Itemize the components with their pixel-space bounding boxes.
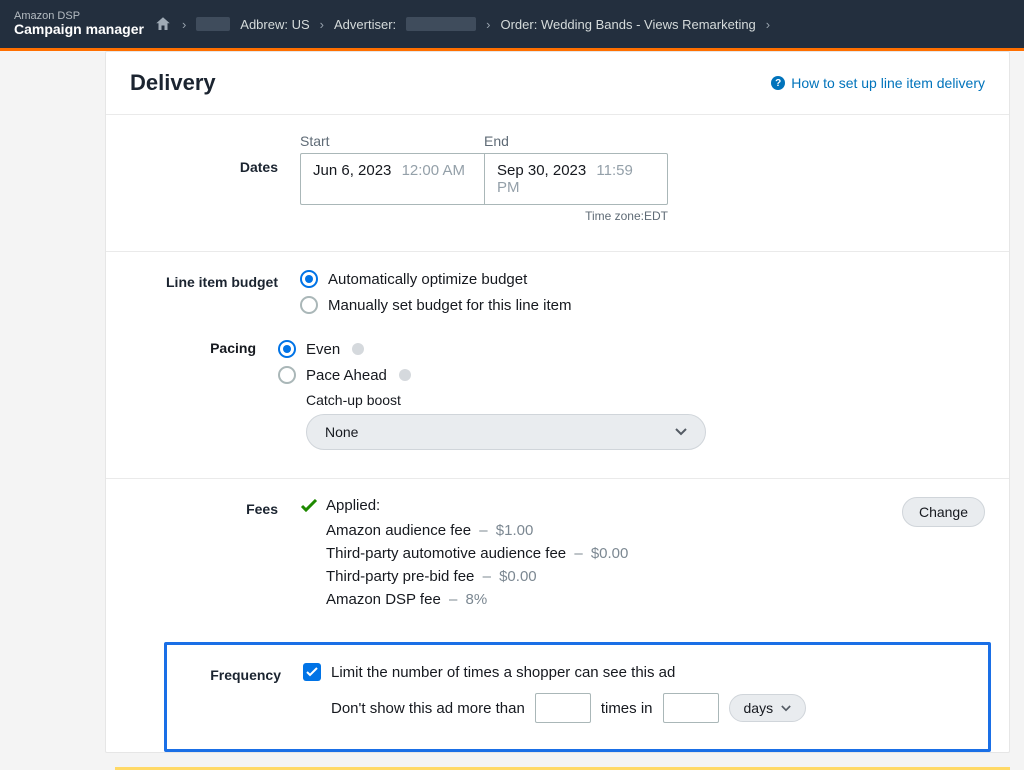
fee-name: Amazon DSP fee (326, 591, 441, 608)
start-date-input[interactable]: Jun 6, 2023 12:00 AM (300, 153, 484, 205)
chevron-right-icon: › (182, 17, 186, 32)
check-icon (306, 667, 318, 677)
frequency-label: Frequency (191, 663, 303, 723)
chevron-down-icon (781, 705, 791, 712)
fee-amount: $0.00 (591, 545, 629, 562)
frequency-unit-select[interactable]: days (729, 694, 807, 722)
app-title: Amazon DSP Campaign manager (14, 10, 144, 37)
dates-label: Dates (130, 133, 300, 223)
breadcrumb-redacted (196, 17, 230, 31)
top-nav: Amazon DSP Campaign manager › Adbrew: US… (0, 0, 1024, 48)
info-icon[interactable] (399, 369, 411, 381)
fee-name: Amazon audience fee (326, 522, 471, 539)
fees-label: Fees (130, 497, 300, 614)
frequency-checkbox[interactable] (303, 663, 321, 681)
fee-amount: $0.00 (499, 568, 537, 585)
breadcrumb-order[interactable]: Order: Wedding Bands - Views Remarketing (500, 17, 755, 32)
check-icon (300, 499, 318, 513)
frequency-unit-value: days (744, 700, 774, 716)
breadcrumb-advertiser-label: Advertiser: (334, 17, 396, 32)
catchup-select[interactable]: None (306, 414, 706, 450)
pacing-label: Pacing (108, 340, 278, 450)
fee-amount: $1.00 (496, 522, 534, 539)
fee-amount: 8% (465, 591, 487, 608)
fee-name: Third-party pre-bid fee (326, 568, 474, 585)
fee-row: Amazon audience fee – $1.00 (326, 522, 628, 539)
start-label: Start (300, 133, 484, 149)
fee-name: Third-party automotive audience fee (326, 545, 566, 562)
help-link-text: How to set up line item delivery (791, 75, 985, 91)
pacing-ahead-radio[interactable]: Pace Ahead (278, 366, 985, 384)
radio-icon (278, 366, 296, 384)
fees-applied-label: Applied: (326, 497, 380, 514)
budget-auto-radio[interactable]: Automatically optimize budget (300, 270, 985, 288)
radio-icon (300, 296, 318, 314)
fee-row: Third-party automotive audience fee – $0… (326, 545, 628, 562)
end-label: End (484, 133, 668, 149)
frequency-checkbox-label: Limit the number of times a shopper can … (331, 664, 675, 681)
pacing-even-label: Even (306, 341, 340, 358)
fees-section: Fees Applied: Amazon audience fee – $1.0… (106, 479, 1009, 642)
chevron-right-icon: › (320, 17, 324, 32)
frequency-section: Frequency Limit the number of times a sh… (164, 642, 991, 752)
budget-pacing-section: Line item budget Automatically optimize … (106, 252, 1009, 479)
radio-icon (300, 270, 318, 288)
frequency-text-before: Don't show this ad more than (331, 700, 525, 717)
timezone-note: Time zone:EDT (300, 209, 668, 223)
fee-row: Amazon DSP fee – 8% (326, 591, 628, 608)
card-header: Delivery ? How to set up line item deliv… (106, 52, 1009, 115)
pacing-even-radio[interactable]: Even (278, 340, 985, 358)
delivery-card: Delivery ? How to set up line item deliv… (105, 51, 1010, 753)
help-link[interactable]: ? How to set up line item delivery (771, 75, 985, 91)
chevron-right-icon: › (766, 17, 770, 32)
start-time-value: 12:00 AM (402, 162, 465, 179)
end-date-value: Sep 30, 2023 (497, 162, 586, 179)
page-title: Delivery (130, 70, 216, 96)
help-icon: ? (771, 76, 785, 90)
chevron-right-icon: › (486, 17, 490, 32)
frequency-times-input[interactable] (535, 693, 591, 723)
budget-manual-radio[interactable]: Manually set budget for this line item (300, 296, 985, 314)
fee-row: Third-party pre-bid fee – $0.00 (326, 568, 628, 585)
frequency-period-input[interactable] (663, 693, 719, 723)
catchup-label: Catch-up boost (306, 392, 985, 408)
budget-manual-label: Manually set budget for this line item (328, 297, 571, 314)
app-name-big: Campaign manager (14, 22, 144, 37)
change-fees-button[interactable]: Change (902, 497, 985, 527)
budget-auto-label: Automatically optimize budget (328, 271, 527, 288)
info-icon[interactable] (352, 343, 364, 355)
chevron-down-icon (675, 428, 687, 436)
catchup-value: None (325, 424, 358, 440)
end-date-input[interactable]: Sep 30, 2023 11:59 PM (484, 153, 668, 205)
dates-section: Dates Start End Jun 6, 2023 12:00 AM Sep… (106, 115, 1009, 252)
radio-icon (278, 340, 296, 358)
breadcrumb-redacted (406, 17, 476, 31)
home-icon[interactable] (154, 15, 172, 33)
start-date-value: Jun 6, 2023 (313, 162, 391, 179)
frequency-text-middle: times in (601, 700, 653, 717)
pacing-ahead-label: Pace Ahead (306, 367, 387, 384)
breadcrumb-entity[interactable]: Adbrew: US (240, 17, 309, 32)
